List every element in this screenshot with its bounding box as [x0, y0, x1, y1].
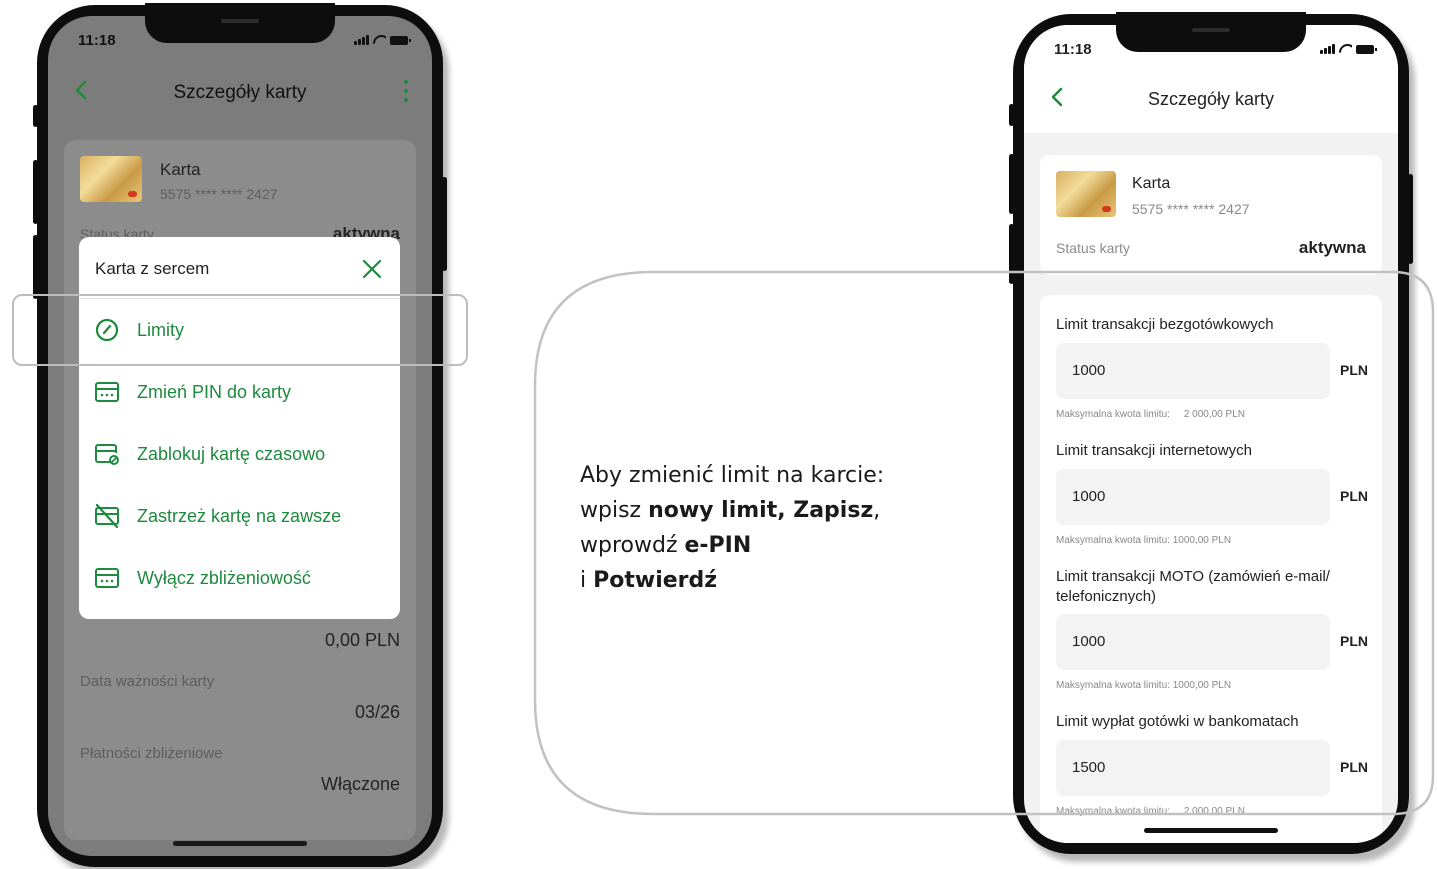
instruction-line: Aby zmienić limit na karcie:	[580, 463, 885, 488]
phone-side-button	[442, 177, 447, 271]
limit-input-moto[interactable]: 1000	[1056, 614, 1330, 670]
wifi-icon	[1339, 44, 1352, 54]
menu-item-disable-contactless[interactable]: Wyłącz zbliżeniowość	[79, 547, 400, 609]
menu-item-change-pin[interactable]: Zmień PIN do karty	[79, 361, 400, 423]
page-title: Szczegóły karty	[1147, 89, 1275, 109]
home-indicator	[173, 841, 307, 846]
phone-side-button	[1009, 224, 1014, 284]
instruction-line: wpisz nowy limit, Zapisz,	[580, 498, 881, 523]
limit-max-info: Maksymalna kwota limitu: 2 000,00 PLN	[1056, 806, 1245, 817]
limit-max-info: Maksymalna kwota limitu: 2 000,00 PLN	[1056, 409, 1245, 420]
menu-item-block-temporarily[interactable]: Zablokuj kartę czasowo	[79, 423, 400, 485]
expiry-value: 03/26	[354, 702, 400, 722]
limit-title: Limit wypłat gotówki w bankomatach	[1056, 713, 1299, 730]
limit-title: Limit transakcji internetowych	[1056, 442, 1252, 459]
limits-form: Limit transakcji bezgotówkowych 1000 PLN…	[1040, 295, 1382, 843]
signal-icon	[1320, 44, 1335, 54]
phone-notch	[145, 3, 335, 43]
status-time: 11:18	[78, 32, 116, 49]
menu-item-label: Zmień PIN do karty	[137, 382, 292, 402]
phone-side-button	[1009, 154, 1014, 214]
status-time: 11:18	[1054, 41, 1092, 58]
signal-icon	[354, 35, 369, 45]
limit-title: Limit transakcji MOTO (zamówień e-mail/ …	[1056, 568, 1330, 605]
card-name: Karta	[160, 160, 201, 179]
menu-item-label: Wyłącz zbliżeniowość	[137, 568, 311, 588]
close-icon[interactable]	[360, 257, 384, 281]
phone-side-button	[33, 105, 38, 127]
status-icons	[1320, 43, 1377, 54]
card-name: Karta	[1132, 175, 1171, 192]
contactless-value: Włączone	[320, 774, 400, 794]
menu-item-label: Zastrzeż kartę na zawsze	[137, 506, 342, 526]
menu-item-cancel-forever[interactable]: Zastrzeż kartę na zawsze	[79, 485, 400, 547]
amount-value: 0,00 PLN	[324, 630, 400, 650]
app-header: Szczegóły karty	[1024, 71, 1398, 131]
contactless-card-icon	[95, 568, 119, 588]
card-number: 5575 **** **** 2427	[1132, 201, 1250, 217]
pin-card-icon	[95, 382, 119, 402]
limit-input-cashless[interactable]: 1000	[1056, 343, 1330, 399]
status-icons	[354, 34, 411, 45]
phone-side-button	[1408, 174, 1413, 264]
status-value: aktywna	[1298, 238, 1366, 257]
phone-side-button	[33, 160, 38, 224]
card-summary: Karta 5575 **** **** 2427 Status karty a…	[1040, 155, 1382, 275]
limit-max-info: Maksymalna kwota limitu: 1000,00 PLN	[1056, 680, 1232, 691]
battery-icon	[1356, 45, 1377, 54]
phone-right-screen: 11:18 Szczegóły karty Karta 5575 **** **…	[1024, 25, 1398, 843]
instruction-line: wprowdź e-PIN	[580, 533, 752, 558]
limits-highlight-frame	[12, 294, 468, 366]
expiry-label: Data ważności karty	[80, 673, 215, 690]
page-title: Szczegóły karty	[173, 82, 307, 103]
phone-left-screen: 11:18 Szczegóły karty Karta 5575 **** **…	[48, 16, 432, 856]
limit-currency: PLN	[1340, 488, 1368, 504]
limit-currency: PLN	[1340, 759, 1368, 775]
phone-notch	[1116, 12, 1306, 52]
phone-side-button	[33, 235, 38, 299]
app-header: Szczegóły karty	[48, 64, 432, 124]
card-lock-icon	[95, 444, 119, 465]
card-number: 5575 **** **** 2427	[160, 186, 278, 202]
status-label: Status karty	[1056, 240, 1130, 256]
limit-max-info: Maksymalna kwota limitu: 1000,00 PLN	[1056, 535, 1232, 546]
limit-title: Limit transakcji bezgotówkowych	[1056, 316, 1274, 333]
wifi-icon	[373, 35, 386, 45]
battery-icon	[390, 36, 411, 45]
more-options-icon[interactable]	[396, 76, 416, 106]
card-cancel-icon	[95, 504, 119, 528]
phone-right: 11:18 Szczegóły karty Karta 5575 **** **…	[1009, 12, 1413, 854]
home-indicator	[1144, 828, 1278, 833]
instruction-line: i Potwierdź	[580, 568, 718, 593]
instruction-text: Aby zmienić limit na karcie: wpisz nowy …	[580, 458, 960, 598]
popup-header: Karta z sercem	[79, 237, 400, 299]
limit-currency: PLN	[1340, 362, 1368, 378]
card-thumbnail	[80, 156, 142, 202]
limit-currency: PLN	[1340, 633, 1368, 649]
popup-title: Karta z sercem	[95, 259, 210, 278]
phone-side-button	[1009, 104, 1014, 126]
card-thumbnail	[1056, 171, 1116, 217]
limit-input-atm[interactable]: 1500	[1056, 740, 1330, 796]
contactless-label: Płatności zbliżeniowe	[80, 745, 223, 762]
limit-input-internet[interactable]: 1000	[1056, 469, 1330, 525]
menu-item-label: Zablokuj kartę czasowo	[137, 444, 326, 464]
phone-left: 11:18 Szczegóły karty Karta 5575 **** **…	[33, 3, 447, 867]
